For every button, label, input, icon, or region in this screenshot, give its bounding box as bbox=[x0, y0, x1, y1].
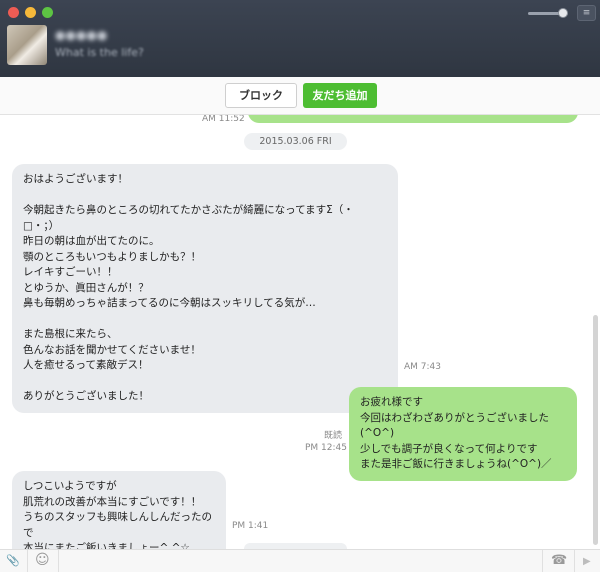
message-list[interactable]: AM 11:52 2015.03.06 FRI おはようございます！ 今朝起きた… bbox=[0, 115, 600, 549]
send-icon[interactable]: ▶ bbox=[583, 554, 591, 570]
call-icon[interactable]: ☎ bbox=[551, 553, 567, 569]
message-bubble-incoming[interactable]: おはようございます！ 今朝起きたら鼻のところの切れてたかさぶたが綺麗になってます… bbox=[12, 164, 398, 413]
message-time: AM 11:52 bbox=[202, 115, 245, 124]
window-controls bbox=[8, 7, 53, 18]
message-time: AM 7:43 bbox=[404, 362, 441, 372]
message-bubble-outgoing[interactable]: お疲れ様です 今回はわざわざありがとうございました(^O^) 少しでも調子が良く… bbox=[349, 387, 577, 481]
opacity-slider-knob[interactable] bbox=[558, 8, 568, 18]
date-separator: 2015.03.06 FRI bbox=[244, 133, 347, 150]
read-receipt: 既読 bbox=[324, 431, 343, 441]
divider bbox=[542, 550, 543, 572]
block-button[interactable]: ブロック bbox=[225, 83, 297, 108]
message-input[interactable] bbox=[60, 550, 540, 572]
divider bbox=[27, 550, 28, 572]
message-time: PM 12:45 bbox=[305, 443, 347, 453]
message-bubble-outgoing[interactable] bbox=[248, 115, 578, 123]
divider bbox=[58, 550, 59, 572]
divider bbox=[574, 550, 575, 572]
emoji-icon[interactable]: ☺ bbox=[35, 552, 50, 568]
message-time: PM 1:41 bbox=[232, 521, 269, 531]
minimize-window-button[interactable] bbox=[25, 7, 36, 18]
chat-header: ≡ ●●●●● What is the life? bbox=[0, 0, 600, 77]
status-message: What is the life? bbox=[55, 46, 144, 59]
message-bubble-incoming[interactable]: しつこいようですが 肌荒れの改善が本当にすごいです！！ うちのスタッフも興味しん… bbox=[12, 471, 226, 549]
zoom-window-button[interactable] bbox=[42, 7, 53, 18]
friend-action-bar: ブロック 友だち追加 bbox=[0, 77, 600, 115]
menu-icon[interactable]: ≡ bbox=[577, 5, 596, 21]
add-friend-button[interactable]: 友だち追加 bbox=[303, 83, 377, 108]
contact-name: ●●●●● bbox=[55, 28, 108, 42]
scrollbar[interactable] bbox=[593, 315, 598, 545]
input-bar: 📎 ☺ ☎ ▶ bbox=[0, 549, 600, 572]
avatar[interactable] bbox=[7, 25, 47, 65]
close-window-button[interactable] bbox=[8, 7, 19, 18]
attach-icon[interactable]: 📎 bbox=[6, 553, 20, 569]
